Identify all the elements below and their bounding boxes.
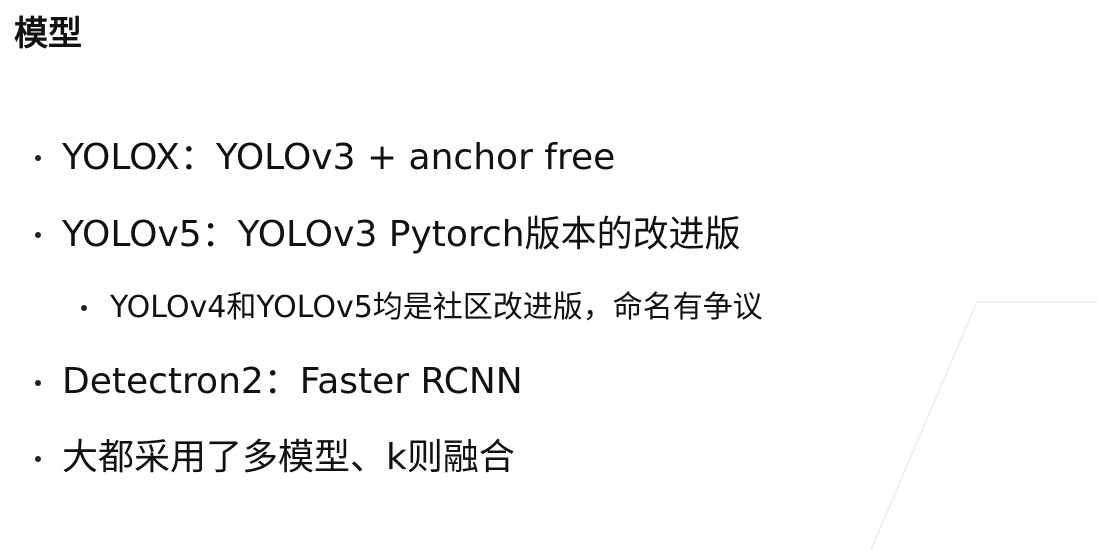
bullet-yolov5: YOLOv5：YOLOv3 Pytorch版本的改进版 — [62, 214, 741, 255]
bullet-icon — [35, 380, 41, 386]
bullet-icon — [35, 155, 41, 161]
bullet-ensemble: 大都采用了多模型、k则融合 — [62, 437, 515, 478]
bullet-icon — [35, 456, 41, 462]
slide-title: 模型 — [14, 14, 82, 54]
sub-bullet-naming: YOLOv4和YOLOv5均是社区改进版，命名有争议 — [110, 290, 763, 325]
bullet-yolox: YOLOX：YOLOv3 + anchor free — [62, 137, 616, 178]
bullet-icon — [35, 232, 41, 238]
bullet-detectron2: Detectron2：Faster RCNN — [62, 361, 523, 402]
sub-bullet-icon — [81, 305, 87, 311]
